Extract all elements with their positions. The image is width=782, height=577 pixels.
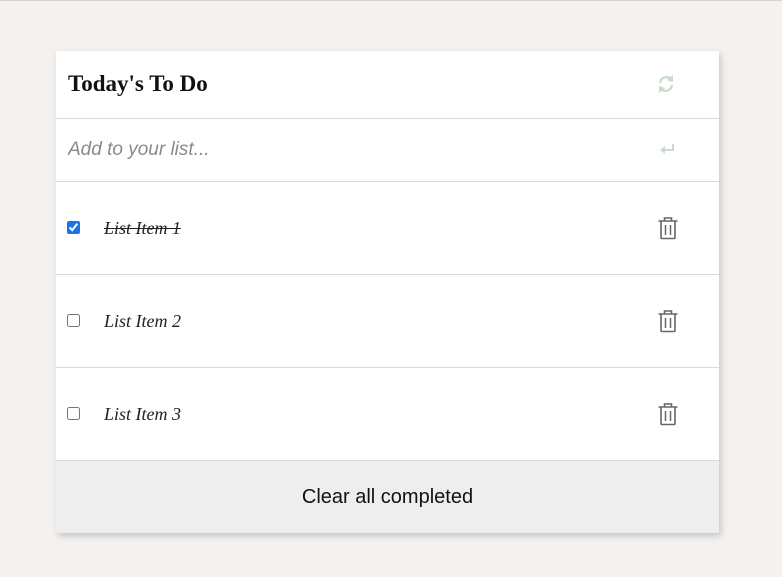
refresh-icon[interactable] <box>654 72 678 96</box>
item-label: List Item 1 <box>104 218 182 238</box>
clear-completed-button[interactable]: Clear all completed <box>56 461 719 533</box>
item-checkbox[interactable] <box>67 221 80 234</box>
list-item: List Item 1 <box>56 182 719 275</box>
add-item-input[interactable] <box>68 135 628 165</box>
trash-icon[interactable] <box>657 216 679 240</box>
item-checkbox[interactable] <box>67 407 80 420</box>
item-label: List Item 3 <box>104 404 182 424</box>
top-divider <box>0 0 782 1</box>
list-item: List Item 2 <box>56 275 719 368</box>
page-title: Today's To Do <box>68 71 208 96</box>
enter-icon[interactable] <box>659 141 677 157</box>
todo-header: Today's To Do <box>56 51 719 119</box>
list-item: List Item 3 <box>56 368 719 461</box>
add-item-row <box>56 119 719 182</box>
item-label: List Item 2 <box>104 311 182 331</box>
trash-icon[interactable] <box>657 309 679 333</box>
todo-card: Today's To Do List Item 1 <box>56 51 719 533</box>
trash-icon[interactable] <box>657 402 679 426</box>
item-checkbox[interactable] <box>67 314 80 327</box>
